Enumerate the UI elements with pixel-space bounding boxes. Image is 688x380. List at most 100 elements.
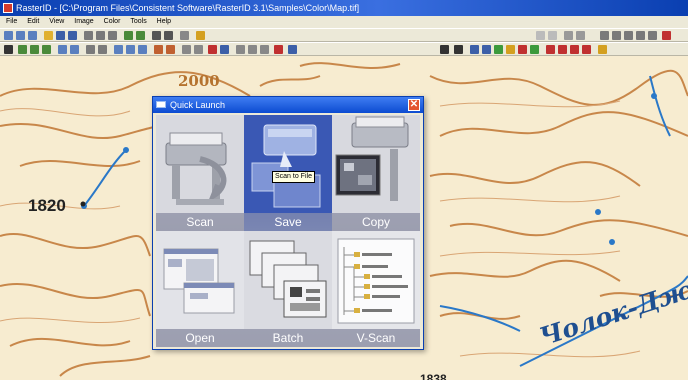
menu-bar: File Edit View Image Color Tools Help — [0, 16, 688, 28]
batch-documents-icon — [244, 231, 332, 329]
cut2-icon[interactable] — [600, 31, 609, 40]
elevation-label-2000: 2000 — [178, 72, 220, 90]
zoom-fit-icon[interactable] — [138, 45, 147, 54]
elevation-label-bottom: 1838 — [420, 372, 447, 380]
window-title-bar[interactable]: RasterID - [C:\Program Files\Consistent … — [0, 0, 688, 16]
copy-icon[interactable] — [28, 31, 37, 40]
vector-to-raster-icon[interactable] — [558, 45, 567, 54]
stamp-icon[interactable] — [274, 45, 283, 54]
undo-icon[interactable] — [536, 31, 545, 40]
window-icon — [156, 101, 166, 108]
print-icon[interactable] — [152, 31, 161, 40]
clipboard-icon[interactable] — [108, 31, 117, 40]
filter-icon[interactable] — [518, 45, 527, 54]
tile-copy[interactable]: Copy — [332, 115, 420, 231]
new-icon[interactable] — [4, 31, 13, 40]
copy2-icon[interactable] — [612, 31, 621, 40]
scanner-icon — [156, 115, 244, 213]
print-preview-icon[interactable] — [164, 31, 173, 40]
calibrate-icon[interactable] — [482, 45, 491, 54]
tile-label-scan: Scan — [156, 213, 244, 231]
image-icon[interactable] — [124, 31, 133, 40]
open-image-icon — [156, 231, 244, 329]
open-icon[interactable] — [44, 31, 53, 40]
scan-to-file-icon — [244, 115, 332, 213]
settings-icon[interactable] — [598, 45, 607, 54]
zoom-out-icon[interactable] — [126, 45, 135, 54]
tile-label-v-scan: V-Scan — [332, 329, 420, 347]
autotrace-icon[interactable] — [582, 45, 591, 54]
tile-batch[interactable]: Batch — [244, 231, 332, 347]
menu-edit[interactable]: Edit — [27, 16, 39, 28]
vector-tool-icon[interactable] — [440, 45, 449, 54]
toolbar-tools — [0, 42, 688, 56]
tile-label-open: Open — [156, 329, 244, 347]
delete-icon[interactable] — [662, 31, 671, 40]
polyline-icon[interactable] — [260, 45, 269, 54]
save-icon[interactable] — [56, 31, 65, 40]
window-tile-icon[interactable] — [576, 31, 585, 40]
tile-label-copy: Copy — [332, 213, 420, 231]
clear-icon[interactable] — [648, 31, 657, 40]
menu-file[interactable]: File — [6, 16, 17, 28]
color-icon[interactable] — [494, 45, 503, 54]
help-icon[interactable] — [196, 31, 205, 40]
tile-label-save: Save — [244, 213, 332, 231]
eraser-icon[interactable] — [182, 45, 191, 54]
vector-tree-icon — [332, 231, 420, 329]
fill-icon[interactable] — [194, 45, 203, 54]
mirror-icon[interactable] — [30, 45, 39, 54]
close-button[interactable]: ✕ — [408, 99, 420, 111]
menu-view[interactable]: View — [49, 16, 64, 28]
layers-icon[interactable] — [136, 31, 145, 40]
resize-icon[interactable] — [70, 45, 79, 54]
menu-image[interactable]: Image — [74, 16, 93, 28]
paste-icon[interactable] — [96, 31, 105, 40]
window-icon[interactable] — [564, 31, 573, 40]
dialog-title: Quick Launch — [170, 100, 226, 110]
pen-icon[interactable] — [154, 45, 163, 54]
select-icon[interactable] — [4, 45, 13, 54]
dialog-title-bar[interactable]: Quick Launch ✕ — [153, 97, 423, 113]
save-as-icon[interactable] — [68, 31, 77, 40]
raster-to-vector-icon[interactable] — [546, 45, 555, 54]
tile-label-batch: Batch — [244, 329, 332, 347]
toolbar-standard — [0, 28, 688, 42]
menu-help[interactable]: Help — [157, 16, 171, 28]
window-title: RasterID - [C:\Program Files\Consistent … — [16, 3, 360, 13]
menu-tools[interactable]: Tools — [130, 16, 146, 28]
arc-icon[interactable] — [248, 45, 257, 54]
zoom-in-icon[interactable] — [114, 45, 123, 54]
paste2-icon[interactable] — [624, 31, 633, 40]
app-icon — [3, 3, 13, 13]
quick-launch-grid: Scan Save Copy Open Batch V-Scan — [156, 115, 420, 347]
text-icon[interactable] — [288, 45, 297, 54]
properties-icon[interactable] — [180, 31, 189, 40]
paste-special-icon[interactable] — [636, 31, 645, 40]
elevation-label-1820: 1820 — [28, 196, 66, 215]
pointer-icon[interactable] — [86, 45, 95, 54]
line-icon[interactable] — [220, 45, 229, 54]
tile-open[interactable]: Open — [156, 231, 244, 347]
palette-icon[interactable] — [506, 45, 515, 54]
brush-icon[interactable] — [166, 45, 175, 54]
tile-scan[interactable]: Scan — [156, 115, 244, 231]
scan-icon[interactable] — [16, 31, 25, 40]
vector-edit-icon[interactable] — [454, 45, 463, 54]
crop-icon[interactable] — [58, 45, 67, 54]
menu-color[interactable]: Color — [104, 16, 121, 28]
trace-icon[interactable] — [570, 45, 579, 54]
redo-icon[interactable] — [548, 31, 557, 40]
circle-icon[interactable] — [236, 45, 245, 54]
rotate-icon[interactable] — [18, 45, 27, 54]
cut-icon[interactable] — [84, 31, 93, 40]
deskew-icon[interactable] — [42, 45, 51, 54]
pan-icon[interactable] — [98, 45, 107, 54]
tile-v-scan[interactable]: V-Scan — [332, 231, 420, 347]
layer-icon[interactable] — [530, 45, 539, 54]
copier-icon — [332, 115, 420, 213]
quick-launch-dialog: Quick Launch ✕ Scan Save Copy Open Batch… — [152, 96, 424, 350]
pencil-icon[interactable] — [208, 45, 217, 54]
tooltip: Scan to File — [272, 171, 315, 183]
grid-icon[interactable] — [470, 45, 479, 54]
